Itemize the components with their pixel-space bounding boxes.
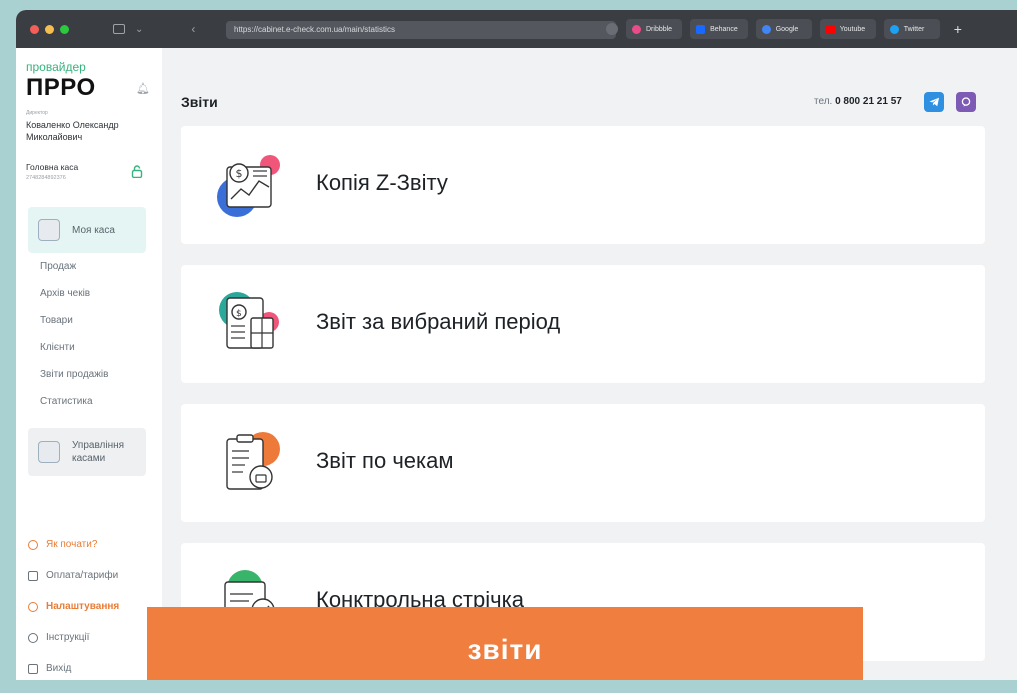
phone-prefix: тел. [814, 96, 833, 107]
back-arrow-icon[interactable]: ‹ [191, 22, 195, 36]
document-icon [28, 570, 38, 581]
calculator-report-illustration-icon: $ [219, 292, 279, 349]
youtube-icon [825, 24, 835, 34]
sidebar: провайдер ПРРО 🔔︎ Директор Коваленко Оле… [16, 48, 162, 680]
nav-clients[interactable]: Клієнти [40, 342, 75, 353]
kasa-id: 2748284892376 [26, 175, 66, 181]
footer-label: Інструкції [46, 632, 90, 643]
info-icon [28, 632, 38, 643]
z-report-illustration-icon: $ [217, 155, 280, 217]
my-kasa-label: Моя каса [72, 224, 115, 236]
new-tab-icon[interactable]: + [954, 21, 962, 37]
shield-icon[interactable] [606, 23, 618, 35]
browser-window: ⌄ ‹ https://cabinet.e-check.com.ua/main/… [16, 10, 1017, 680]
how-to-start-link[interactable]: Як почати? [28, 539, 97, 550]
bookmark-label: Google [775, 25, 799, 33]
viber-icon [961, 97, 971, 107]
nav-statistics[interactable]: Статистика [40, 396, 93, 407]
brand-subtitle: провайдер [26, 60, 86, 74]
footer-label: Як почати? [46, 539, 98, 550]
settings-link[interactable]: Налаштування [28, 601, 119, 612]
logout-icon [28, 663, 38, 674]
payment-link[interactable]: Оплата/тарифи [28, 570, 118, 581]
telegram-button[interactable] [924, 92, 944, 112]
report-card-period[interactable]: $ Звіт за вибраний період [181, 265, 985, 383]
nav-sales[interactable]: Продаж [40, 261, 76, 272]
window-controls [30, 24, 69, 34]
user-role: Директор [26, 110, 48, 116]
close-window-button[interactable] [30, 24, 39, 34]
bookmark-behance[interactable]: Behance [690, 19, 748, 39]
bookmark-google[interactable]: Google [755, 19, 812, 39]
dribbble-icon [632, 24, 641, 34]
manage-kasas-button[interactable]: Управління касами [28, 428, 146, 476]
report-card-label: Копія Z-Звіту [316, 170, 448, 195]
promo-banner-caption: звіти [147, 607, 863, 680]
instructions-link[interactable]: Інструкції [28, 632, 89, 643]
minimize-window-button[interactable] [45, 24, 54, 34]
compass-icon [28, 539, 38, 550]
twitter-icon [889, 24, 899, 34]
nav-sales-reports[interactable]: Звіти продажів [40, 369, 108, 380]
telegram-icon [929, 97, 939, 107]
nav-products[interactable]: Товари [40, 315, 73, 326]
svg-text:$: $ [236, 167, 243, 180]
report-card-receipts[interactable]: Звіт по чекам [181, 404, 985, 522]
nav-receipts-archive[interactable]: Архів чеків [40, 288, 90, 299]
phone-number: 0 800 21 21 57 [835, 96, 902, 107]
gear-icon [28, 601, 38, 612]
manage-kasas-label: Управління касами [72, 440, 125, 464]
footer-label: Вихід [46, 663, 72, 674]
page-title: Звіти [181, 94, 218, 110]
sidebar-toggle-icon[interactable] [113, 24, 125, 34]
kasa-settings-icon [38, 441, 60, 463]
user-name: Коваленко Олександр Миколайович [26, 120, 119, 142]
behance-icon [696, 24, 706, 34]
bookmark-label: Twitter [903, 25, 925, 33]
kasa-label: Головна каса [26, 162, 79, 172]
bookmarks-bar: Dribbble Behance Google Youtube Twitter … [606, 19, 962, 39]
bell-icon[interactable]: 🔔︎ [136, 82, 150, 95]
bookmark-twitter[interactable]: Twitter [883, 19, 940, 39]
bookmark-label: Behance [710, 25, 738, 33]
footer-label: Налаштування [46, 601, 120, 612]
viber-button[interactable] [956, 92, 976, 112]
support-phone: тел. 0 800 21 21 57 [814, 96, 902, 107]
unlock-icon[interactable] [131, 165, 143, 181]
browser-titlebar: ⌄ ‹ https://cabinet.e-check.com.ua/main/… [16, 10, 1017, 48]
my-kasa-button[interactable]: Моя каса [28, 207, 146, 253]
report-card-label: Звіт по чекам [316, 448, 454, 473]
cash-register-icon [38, 219, 60, 241]
receipt-report-illustration-icon [226, 432, 280, 490]
logout-link[interactable]: Вихід [28, 663, 71, 674]
bookmark-youtube[interactable]: Youtube [819, 19, 876, 39]
bookmark-label: Dribbble [646, 25, 673, 33]
brand-logo[interactable]: ПРРО [26, 74, 96, 102]
svg-text:$: $ [236, 309, 242, 319]
google-icon [761, 24, 771, 34]
main-content: Звіти тел. 0 800 21 21 57 $ Копія Z-Звіт… [162, 48, 1017, 680]
report-card-z-copy[interactable]: $ Копія Z-Звіту [181, 126, 985, 244]
address-bar[interactable]: https://cabinet.e-check.com.ua/main/stat… [226, 21, 616, 39]
bookmark-label: Youtube [839, 25, 866, 33]
chevron-down-icon[interactable]: ⌄ [135, 24, 143, 35]
report-card-label: Звіт за вибраний період [316, 309, 561, 334]
bookmark-dribbble[interactable]: Dribbble [626, 19, 683, 39]
footer-label: Оплата/тарифи [46, 570, 119, 581]
maximize-window-button[interactable] [60, 24, 69, 34]
